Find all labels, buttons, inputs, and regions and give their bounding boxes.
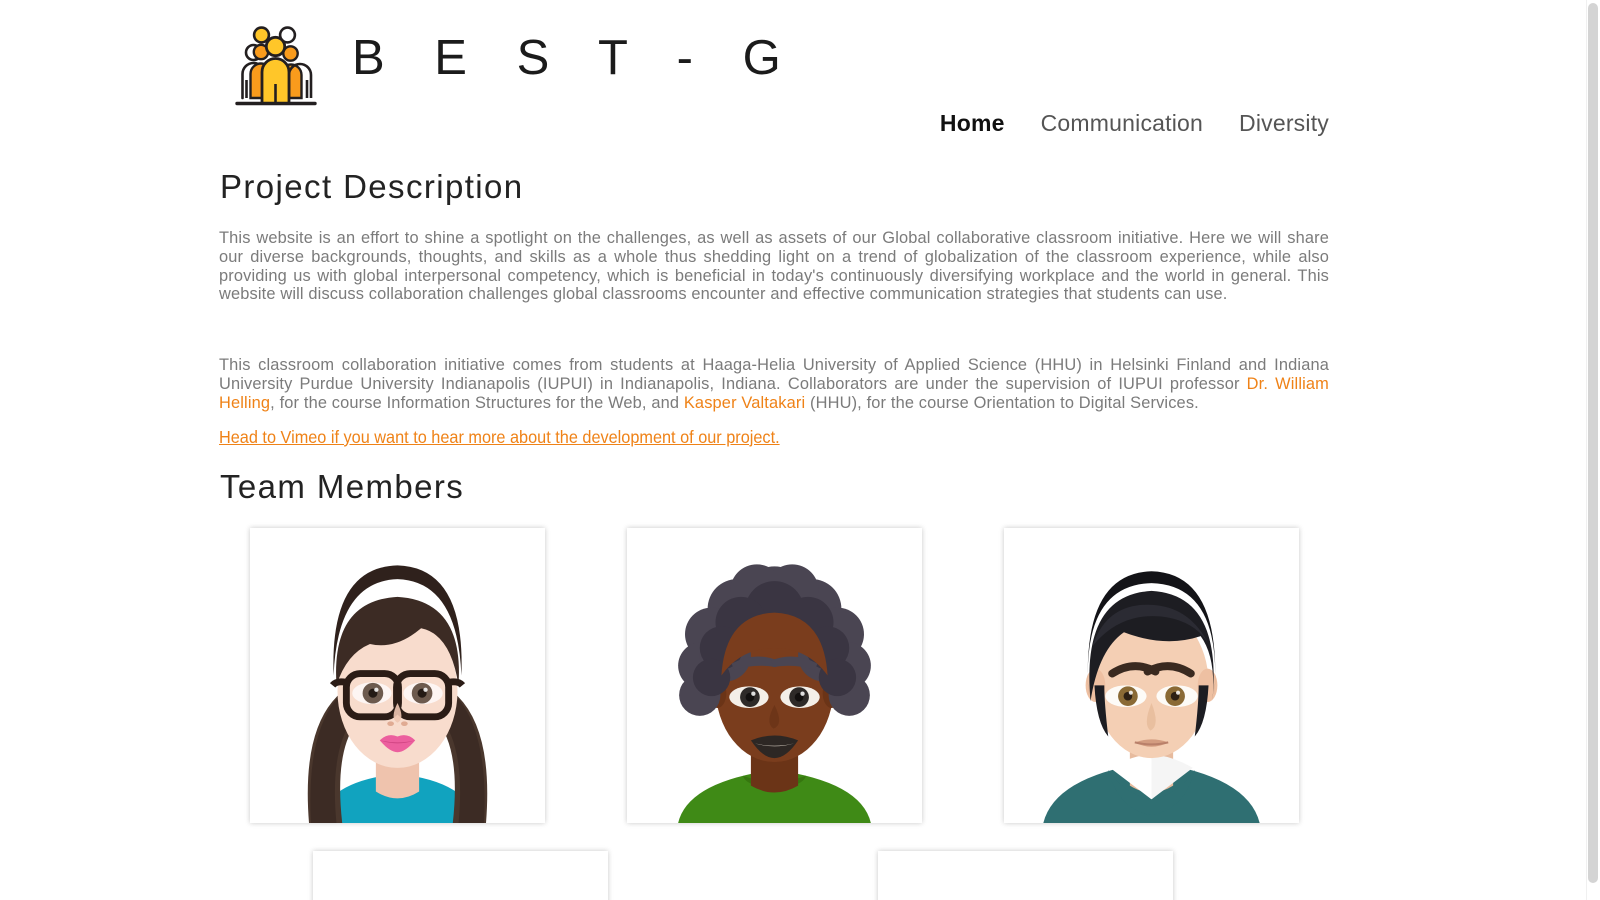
brand-title: B E S T - G (352, 31, 799, 85)
project-description-heading: Project Description (220, 168, 524, 205)
main-navigation: Home Communication Diversity (940, 110, 1329, 137)
paragraph-2-text-part-1: This classroom collaboration initiative … (219, 356, 1329, 393)
page-root: B E S T - G Home Communication Diversity… (0, 0, 1600, 900)
nav-item-diversity[interactable]: Diversity (1239, 110, 1329, 137)
site-header: B E S T - G (219, 0, 1329, 108)
team-member-card[interactable] (878, 851, 1173, 900)
team-members-heading: Team Members (220, 468, 465, 505)
link-kasper-valtakari[interactable]: Kasper Valtakari (684, 394, 805, 412)
project-paragraph-1: This website is an effort to shine a spo… (219, 229, 1329, 304)
avatar-person-pink-red-hair (878, 851, 1173, 900)
nav-item-home[interactable]: Home (940, 110, 1041, 137)
team-member-card[interactable] (626, 528, 922, 823)
team-member-card[interactable] (1003, 528, 1299, 823)
group-of-people-icon (235, 22, 317, 108)
avatar-woman-glasses-brown-hair (249, 528, 545, 823)
avatar-person-black-hair-white-collar (1003, 528, 1299, 823)
vimeo-link[interactable]: Head to Vimeo if you want to hear more a… (219, 427, 1251, 447)
scrollbar-track[interactable] (1586, 0, 1600, 900)
team-row-2 (219, 851, 1329, 900)
content-column: B E S T - G Home Communication Diversity… (219, 0, 1329, 900)
avatar-person-curly-hair-green-top (626, 528, 922, 823)
nav-item-communication[interactable]: Communication (1041, 110, 1239, 137)
project-paragraph-2: This classroom collaboration initiative … (219, 356, 1329, 412)
paragraph-2-text-part-2: , for the course Information Structures … (270, 393, 684, 412)
paragraph-2-text-part-3: (HHU), for the course Orientation to Dig… (805, 393, 1199, 412)
team-member-card[interactable] (313, 851, 608, 900)
team-row-1 (219, 528, 1329, 823)
team-member-card[interactable] (249, 528, 545, 823)
team-members-grid (219, 528, 1329, 900)
scrollbar-thumb[interactable] (1588, 3, 1598, 883)
avatar-person-dark-brown-hair (313, 851, 608, 900)
